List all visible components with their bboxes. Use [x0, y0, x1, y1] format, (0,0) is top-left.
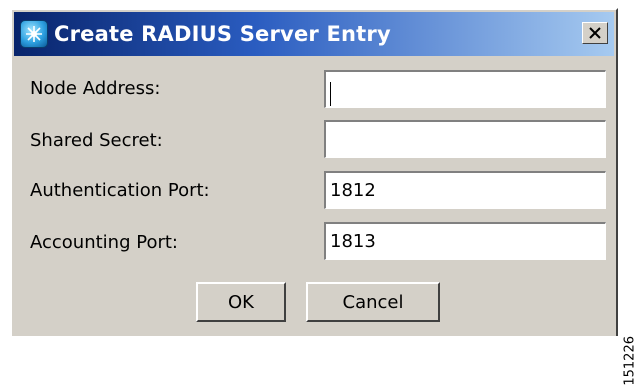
close-button[interactable]	[582, 22, 608, 44]
ok-button[interactable]: OK	[196, 282, 286, 322]
cancel-button[interactable]: Cancel	[306, 282, 440, 322]
node-address-input[interactable]	[324, 70, 606, 108]
close-icon	[589, 27, 601, 39]
accounting-port-input[interactable]	[324, 222, 606, 260]
accounting-port-label: Accounting Port:	[30, 232, 178, 253]
node-address-label: Node Address:	[30, 78, 161, 99]
authentication-port-label: Authentication Port:	[30, 180, 210, 201]
create-radius-server-dialog: Create RADIUS Server Entry Node Address:…	[10, 8, 618, 336]
figure-code: 151226	[623, 336, 638, 386]
dialog-title: Create RADIUS Server Entry	[54, 22, 391, 46]
authentication-port-input[interactable]	[324, 171, 606, 209]
title-bar[interactable]: Create RADIUS Server Entry	[14, 12, 614, 56]
radius-server-icon	[20, 20, 48, 48]
shared-secret-input[interactable]	[324, 120, 606, 158]
text-caret	[330, 82, 331, 106]
shared-secret-label: Shared Secret:	[30, 130, 163, 151]
